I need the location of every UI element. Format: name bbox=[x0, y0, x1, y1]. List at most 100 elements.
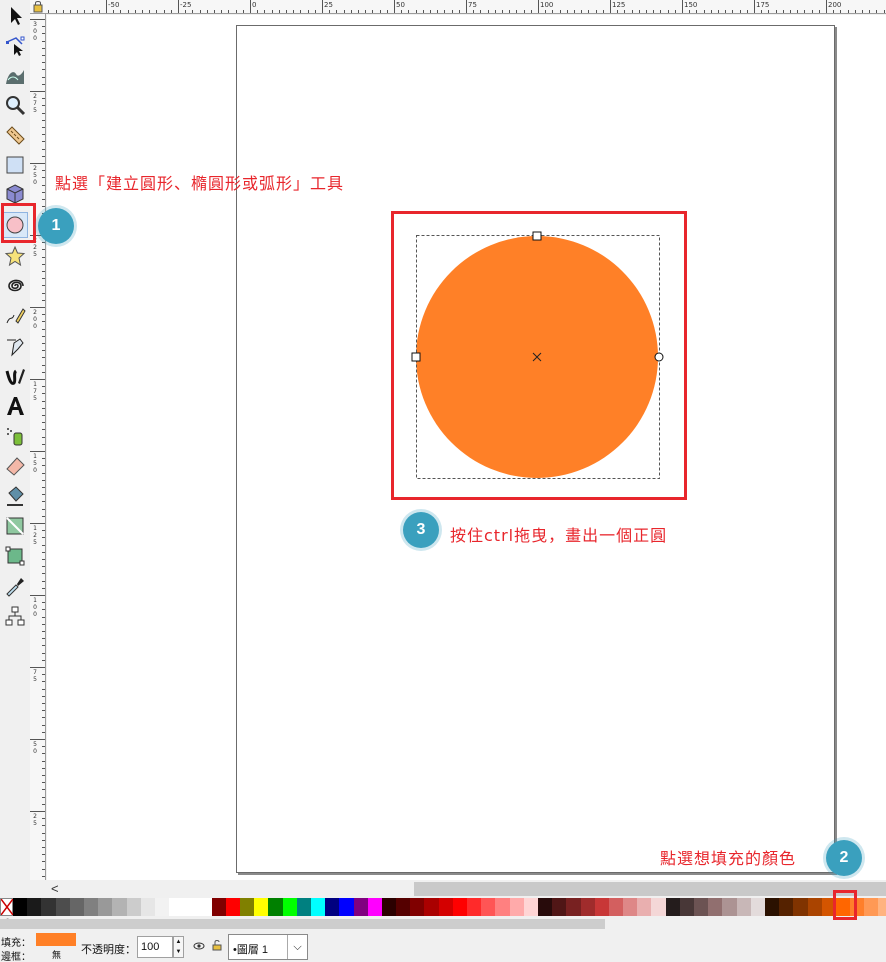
mesh-tool[interactable] bbox=[2, 543, 28, 569]
color-swatch[interactable] bbox=[523, 898, 538, 916]
color-swatch[interactable] bbox=[396, 898, 411, 916]
color-swatch[interactable] bbox=[126, 898, 141, 916]
color-swatch[interactable] bbox=[694, 898, 709, 916]
opacity-input[interactable]: 100 bbox=[137, 936, 173, 958]
color-swatch[interactable] bbox=[410, 898, 425, 916]
color-swatch[interactable] bbox=[240, 898, 255, 916]
color-swatch[interactable] bbox=[140, 898, 155, 916]
color-swatch[interactable] bbox=[594, 898, 609, 916]
color-swatch[interactable] bbox=[708, 898, 723, 916]
color-swatch[interactable] bbox=[381, 898, 397, 916]
color-swatch[interactable] bbox=[69, 898, 84, 916]
color-swatch[interactable] bbox=[637, 898, 652, 916]
palette-scrollbar-thumb[interactable] bbox=[0, 919, 605, 929]
color-swatch[interactable] bbox=[679, 898, 694, 916]
scrollbar-thumb[interactable] bbox=[414, 882, 886, 896]
color-swatch[interactable] bbox=[197, 898, 212, 916]
color-swatch[interactable] bbox=[367, 898, 382, 916]
color-swatch[interactable] bbox=[467, 898, 482, 916]
ruler-minor-tick bbox=[42, 293, 45, 294]
color-swatch[interactable] bbox=[254, 898, 269, 916]
color-swatch[interactable] bbox=[438, 898, 453, 916]
color-swatch[interactable] bbox=[296, 898, 311, 916]
ruler-minor-tick bbox=[581, 10, 582, 13]
color-swatch[interactable] bbox=[13, 898, 28, 916]
color-swatch[interactable] bbox=[736, 898, 751, 916]
color-swatch[interactable] bbox=[282, 898, 297, 916]
stroke-value[interactable]: 無 bbox=[52, 948, 61, 961]
ruler-minor-tick bbox=[552, 10, 553, 13]
color-swatch[interactable] bbox=[580, 898, 595, 916]
color-swatch[interactable] bbox=[509, 898, 524, 916]
color-swatch[interactable] bbox=[325, 898, 340, 916]
color-swatch[interactable] bbox=[268, 898, 283, 916]
color-swatch[interactable] bbox=[537, 898, 553, 916]
color-swatch[interactable] bbox=[779, 898, 794, 916]
tweak-tool[interactable] bbox=[2, 62, 28, 88]
horizontal-ruler[interactable]: -50 -25 0 25 50 75 100 125 150 175 200 bbox=[46, 0, 886, 14]
color-swatch[interactable] bbox=[452, 898, 467, 916]
color-swatch[interactable] bbox=[878, 898, 886, 916]
pencil-tool[interactable] bbox=[2, 303, 28, 329]
color-swatch[interactable] bbox=[665, 898, 680, 916]
unlock-icon[interactable] bbox=[212, 939, 222, 951]
color-swatch[interactable] bbox=[83, 898, 99, 916]
pen-tool[interactable] bbox=[2, 333, 28, 359]
gradient-tool[interactable] bbox=[2, 513, 28, 539]
color-swatch[interactable] bbox=[793, 898, 808, 916]
spray-tool[interactable] bbox=[2, 423, 28, 449]
fill-indicator[interactable] bbox=[36, 933, 76, 946]
color-swatch[interactable] bbox=[495, 898, 510, 916]
selector-tool[interactable] bbox=[2, 3, 28, 29]
rect-tool[interactable] bbox=[2, 152, 28, 178]
color-swatch[interactable] bbox=[183, 898, 198, 916]
color-swatch[interactable] bbox=[98, 898, 113, 916]
color-swatch[interactable] bbox=[55, 898, 70, 916]
zoom-tool[interactable] bbox=[2, 92, 28, 118]
ruler-label: 175 bbox=[33, 381, 37, 402]
ruler-minor-tick bbox=[42, 782, 45, 783]
color-swatch[interactable] bbox=[211, 898, 226, 916]
color-swatch[interactable] bbox=[353, 898, 368, 916]
color-swatch[interactable] bbox=[41, 898, 56, 916]
color-swatch[interactable] bbox=[552, 898, 567, 916]
color-swatch[interactable] bbox=[112, 898, 127, 916]
text-A-icon bbox=[7, 397, 24, 415]
vertical-ruler[interactable]: 300275250225200175150125100755025 bbox=[30, 14, 46, 880]
color-swatch[interactable] bbox=[807, 898, 822, 916]
connector-tool[interactable] bbox=[2, 603, 28, 629]
color-swatch[interactable] bbox=[750, 898, 765, 916]
eye-icon[interactable] bbox=[193, 940, 205, 952]
color-swatch[interactable] bbox=[608, 898, 624, 916]
color-swatch[interactable] bbox=[864, 898, 879, 916]
color-swatch[interactable] bbox=[27, 898, 42, 916]
dropper-tool[interactable] bbox=[2, 573, 28, 599]
star-tool[interactable] bbox=[2, 243, 28, 269]
spiral-tool[interactable] bbox=[2, 273, 28, 299]
color-swatch[interactable] bbox=[225, 898, 240, 916]
color-swatch[interactable] bbox=[722, 898, 737, 916]
bucket-tool[interactable] bbox=[2, 483, 28, 509]
calligraphy-tool[interactable] bbox=[2, 363, 28, 389]
color-swatch[interactable] bbox=[154, 898, 170, 916]
chevron-down-icon[interactable]: ⌵ bbox=[287, 935, 307, 959]
opacity-spinner[interactable]: ▲ ▼ bbox=[173, 936, 184, 958]
color-swatch[interactable] bbox=[764, 898, 780, 916]
horizontal-scrollbar[interactable]: < bbox=[47, 880, 886, 898]
color-swatch[interactable] bbox=[339, 898, 354, 916]
text-tool[interactable] bbox=[2, 393, 28, 419]
color-swatch[interactable] bbox=[310, 898, 326, 916]
scroll-left-arrow[interactable]: < bbox=[51, 881, 59, 896]
palette-scrollbar[interactable]: < bbox=[0, 916, 886, 932]
color-swatch[interactable] bbox=[566, 898, 581, 916]
no-color-swatch[interactable] bbox=[0, 898, 14, 916]
color-swatch[interactable] bbox=[651, 898, 666, 916]
color-swatch[interactable] bbox=[481, 898, 496, 916]
color-swatch[interactable] bbox=[424, 898, 439, 916]
measure-tool[interactable] bbox=[2, 122, 28, 148]
color-swatch[interactable] bbox=[623, 898, 638, 916]
ruler-minor-tick bbox=[42, 530, 45, 531]
eraser-tool[interactable] bbox=[2, 453, 28, 479]
node-tool[interactable] bbox=[2, 32, 28, 58]
color-swatch[interactable] bbox=[169, 898, 184, 916]
